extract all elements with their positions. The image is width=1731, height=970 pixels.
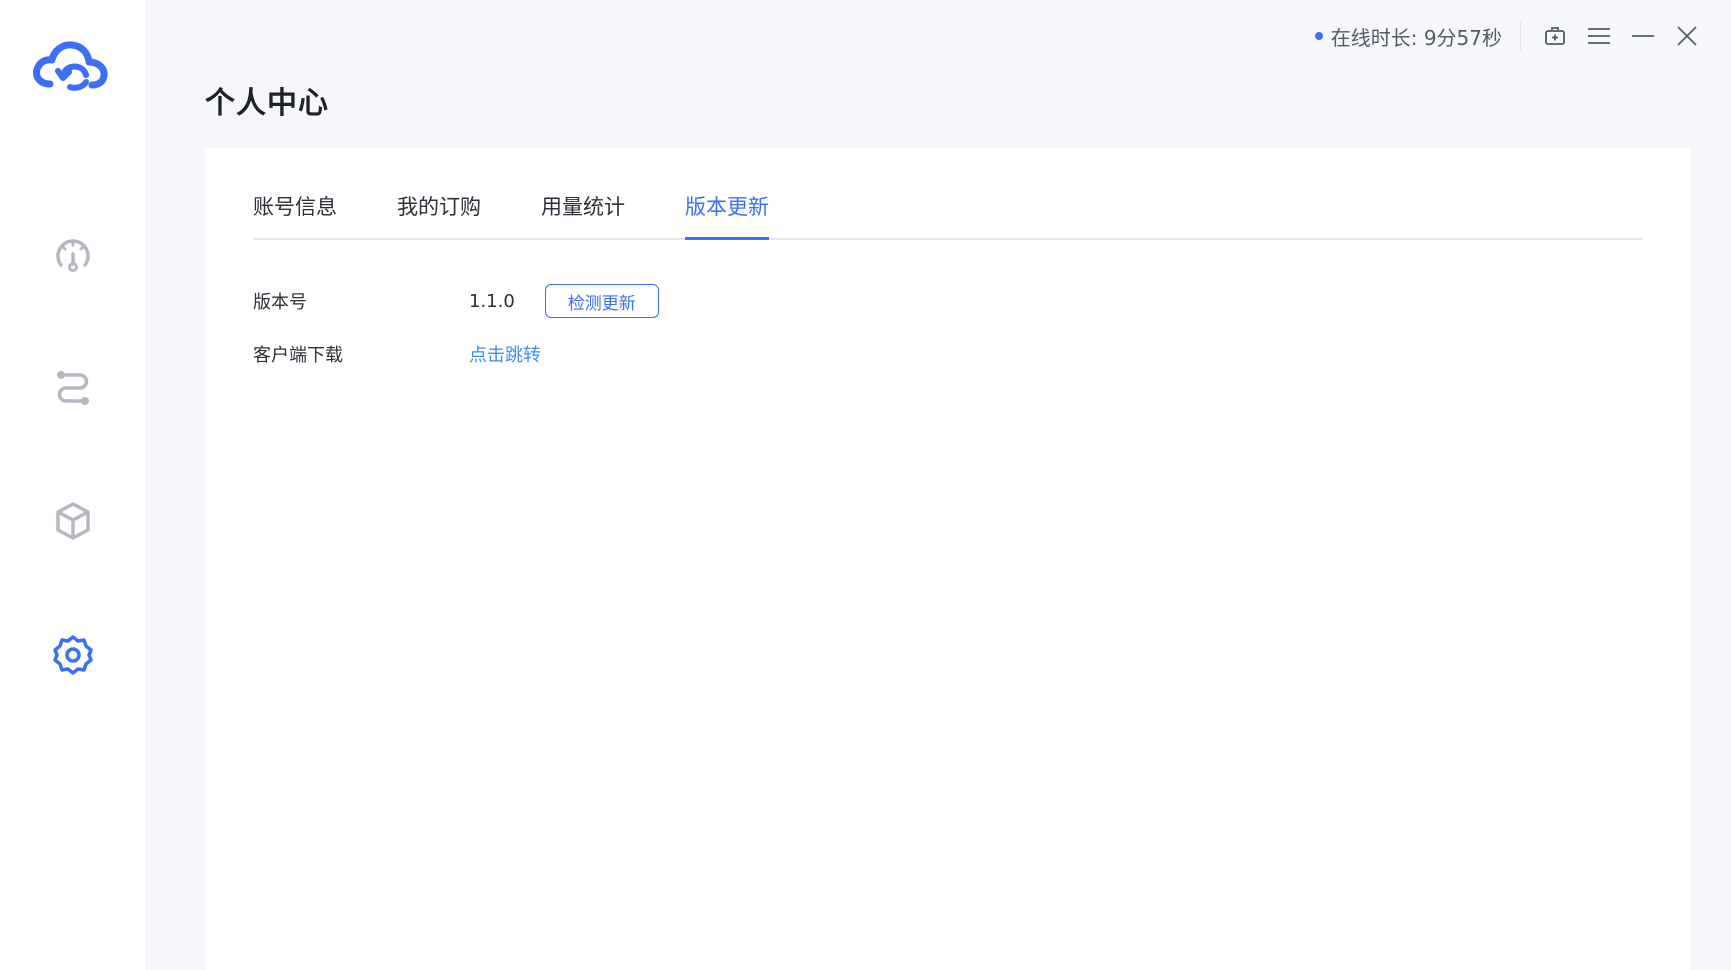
titlebar-divider	[1520, 21, 1521, 51]
version-label: 版本号	[253, 292, 307, 313]
menu-icon	[1588, 28, 1610, 44]
online-status-dot	[1314, 32, 1323, 40]
cloud-logo-icon	[30, 38, 110, 94]
title-bar: 在线时长: 9分57秒	[1314, 0, 1731, 72]
toolbox-icon	[1545, 27, 1565, 45]
minimize-button[interactable]	[1621, 14, 1665, 58]
sidebar-item-dashboard[interactable]	[0, 214, 145, 294]
dashboard-gauge-icon	[55, 239, 90, 272]
check-update-button[interactable]: 检测更新	[544, 284, 659, 318]
client-download-row: 客户端下载 点击跳转	[253, 334, 541, 374]
page-title: 个人中心	[205, 86, 329, 121]
close-icon	[1677, 26, 1697, 46]
version-value: 1.1.0	[469, 290, 515, 312]
tab-bar: 账号信息 我的订购 用量统计 版本更新	[253, 186, 1643, 240]
route-icon	[56, 371, 89, 405]
minimize-icon	[1632, 35, 1654, 37]
sidebar	[0, 0, 145, 970]
client-download-label: 客户端下载	[253, 345, 343, 366]
tab-my-orders[interactable]: 我的订购	[397, 186, 481, 238]
sidebar-item-route[interactable]	[0, 348, 145, 428]
client-download-link[interactable]: 点击跳转	[469, 341, 541, 367]
online-duration: 在线时长: 9分57秒	[1314, 22, 1502, 51]
content-card: 账号信息 我的订购 用量统计 版本更新 版本号 1.1.0 检测更新 客户端下载…	[205, 148, 1690, 970]
menu-button[interactable]	[1577, 14, 1621, 58]
tab-account-info[interactable]: 账号信息	[253, 186, 337, 238]
app-window: 在线时长: 9分57秒 个人中心 账号信息 我的订购 用量统计 版本更新 版本号…	[0, 0, 1731, 970]
tab-usage-stats[interactable]: 用量统计	[541, 186, 625, 238]
version-row: 版本号 1.1.0 检测更新	[253, 281, 659, 321]
online-duration-text: 在线时长: 9分57秒	[1330, 25, 1502, 50]
close-button[interactable]	[1665, 14, 1709, 58]
sidebar-item-settings[interactable]	[0, 615, 145, 695]
sidebar-item-package[interactable]	[0, 481, 145, 561]
gear-icon	[52, 635, 93, 675]
tab-version-update[interactable]: 版本更新	[685, 186, 769, 240]
toolbox-button[interactable]	[1533, 14, 1577, 58]
cube-icon	[55, 502, 90, 540]
